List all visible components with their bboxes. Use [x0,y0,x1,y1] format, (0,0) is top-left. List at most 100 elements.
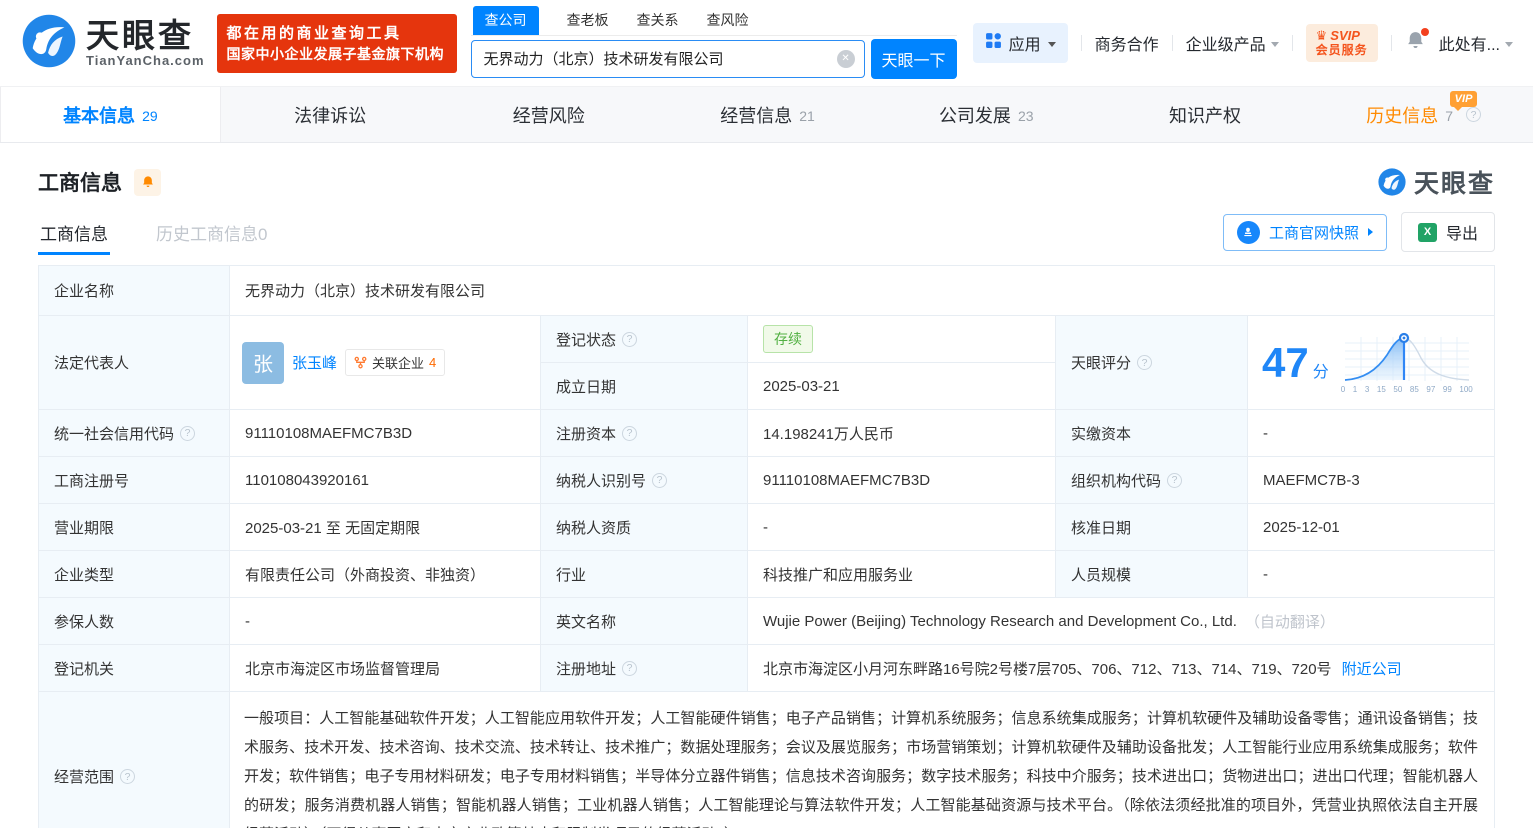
org-chart-icon [354,356,367,369]
help-icon[interactable] [652,473,667,488]
taxpayer-quality-value: - [748,504,1056,551]
bell-icon [141,175,155,189]
help-icon[interactable] [1466,107,1481,122]
apps-label: 应用 [1009,31,1041,55]
insured-count-label: 参保人数 [39,598,230,645]
reg-status-value: 存续 [748,316,1056,363]
chevron-down-icon [1505,42,1513,47]
nav-enterprise-products[interactable]: 企业级产品 [1186,31,1279,55]
tianyancha-logo-icon [1377,167,1407,197]
auto-translate-note: （自动翻译） [1245,611,1335,632]
reg-address-label: 注册地址 [541,645,748,692]
search-tab-risk[interactable]: 查风险 [707,6,749,35]
subtab-history-business-info[interactable]: 历史工商信息0 [154,210,269,255]
taxpayer-quality-label: 纳税人资质 [541,504,748,551]
svip-membership-button[interactable]: SVIP 会员服务 [1306,24,1378,62]
official-snapshot-button[interactable]: 工商官网快照 [1223,214,1387,251]
tab-company-development[interactable]: 公司发展23 [877,87,1096,142]
staff-size-label: 人员规模 [1056,551,1248,598]
user-menu[interactable]: 此处有... [1439,31,1513,55]
crown-icon [1316,28,1328,43]
tianyancha-watermark: 天眼查 [1377,164,1495,200]
industry-value: 科技推广和应用服务业 [748,551,1056,598]
paid-capital-value: - [1248,410,1494,457]
promo-line2: 国家中小企业发展子基金旗下机构 [227,44,447,64]
reg-number-value: 110108043920161 [230,457,541,504]
help-icon[interactable] [120,769,135,784]
help-icon[interactable] [622,661,637,676]
search-input[interactable] [471,40,865,78]
tab-basic-info[interactable]: 基本信息29 [0,87,221,142]
score-distribution-chart: 0131550859799100 [1341,332,1473,394]
vip-badge: VIP [1450,91,1478,107]
chevron-down-icon [1271,42,1279,47]
tab-business-info[interactable]: 经营信息21 [658,87,877,142]
avatar[interactable]: 张 [242,342,284,384]
search-block: 查公司 查老板 查关系 查风险 天眼一下 [471,8,957,79]
help-icon[interactable] [1167,473,1182,488]
tyc-score-value: 47分 [1248,316,1494,410]
search-tab-boss[interactable]: 查老板 [567,6,609,35]
reg-number-label: 工商注册号 [39,457,230,504]
company-name-value: 无界动力（北京）技术研发有限公司 [230,266,1494,316]
reg-address-value: 北京市海淀区小月河东畔路16号院2号楼7层705、706、712、713、714… [748,645,1494,692]
tianyancha-logo[interactable]: 天眼查 TianYanCha.com [20,12,205,75]
search-button[interactable]: 天眼一下 [871,39,957,79]
apps-grid-icon [985,32,1002,54]
tianyancha-logo-icon [20,12,78,75]
credit-code-value: 91110108MAEFMC7B3D [230,410,541,457]
tab-operational-risk[interactable]: 经营风险 [439,87,658,142]
notifications-bell[interactable] [1405,30,1426,56]
top-header: 天眼查 TianYanCha.com 都在用的商业查询工具 国家中小企业发展子基… [0,0,1533,86]
org-code-label: 组织机构代码 [1056,457,1248,504]
tab-legal-litigation[interactable]: 法律诉讼 [221,87,440,142]
english-name-value: Wujie Power (Beijing) Technology Researc… [748,598,1494,645]
promo-line1: 都在用的商业查询工具 [227,23,447,44]
watermark-text: 天眼查 [1414,164,1495,200]
reg-authority-value: 北京市海淀区市场监督管理局 [230,645,541,692]
divider [1292,35,1293,51]
notification-dot [1421,28,1429,36]
taxpayer-id-label: 纳税人识别号 [541,457,748,504]
reg-capital-value: 14.198241万人民币 [748,410,1056,457]
follow-bell-button[interactable] [134,169,161,196]
arrow-right-icon [1368,228,1373,236]
subtab-business-info[interactable]: 工商信息 [38,210,110,255]
approval-date-label: 核准日期 [1056,504,1248,551]
legal-rep-name-link[interactable]: 张玉峰 [292,352,337,373]
tab-history-info[interactable]: VIP 历史信息7 [1314,87,1533,142]
approval-date-value: 2025-12-01 [1248,504,1494,551]
tab-intellectual-property[interactable]: 知识产权 [1096,87,1315,142]
business-info-table: 企业名称 无界动力（北京）技术研发有限公司 法定代表人 张 张玉峰 关联企业 4… [38,265,1495,828]
export-button[interactable]: 导出 [1401,212,1495,252]
main-content: 工商信息 天眼查 工商信息 历史工商信息0 [0,165,1533,828]
help-icon[interactable] [622,332,637,347]
business-scope-label: 经营范围 [39,692,230,828]
reg-capital-label: 注册资本 [541,410,748,457]
nearby-companies-link[interactable]: 附近公司 [1342,658,1402,679]
help-icon[interactable] [622,426,637,441]
help-icon[interactable] [1137,355,1152,370]
help-icon[interactable] [180,426,195,441]
related-companies-badge[interactable]: 关联企业 4 [345,349,445,376]
apps-menu[interactable]: 应用 [973,23,1068,63]
paid-capital-label: 实缴资本 [1056,410,1248,457]
brand-name: 天眼查 [86,19,205,53]
search-tab-relation[interactable]: 查关系 [637,6,679,35]
brand-domain: TianYanCha.com [86,53,205,68]
industry-label: 行业 [541,551,748,598]
business-term-value: 2025-03-21 至 无固定期限 [230,504,541,551]
staff-size-value: - [1248,551,1494,598]
nav-business-cooperation[interactable]: 商务合作 [1095,31,1159,55]
clear-search-icon[interactable] [837,50,855,68]
username: 此处有... [1439,31,1500,55]
divider [1081,35,1082,51]
legal-rep-value: 张 张玉峰 关联企业 4 [230,316,541,410]
search-tab-company[interactable]: 查公司 [473,6,539,35]
divider [1172,35,1173,51]
excel-icon [1418,223,1437,242]
reg-authority-label: 登记机关 [39,645,230,692]
credit-code-label: 统一社会信用代码 [39,410,230,457]
establish-date-label: 成立日期 [541,363,748,410]
chevron-down-icon [1048,42,1056,47]
